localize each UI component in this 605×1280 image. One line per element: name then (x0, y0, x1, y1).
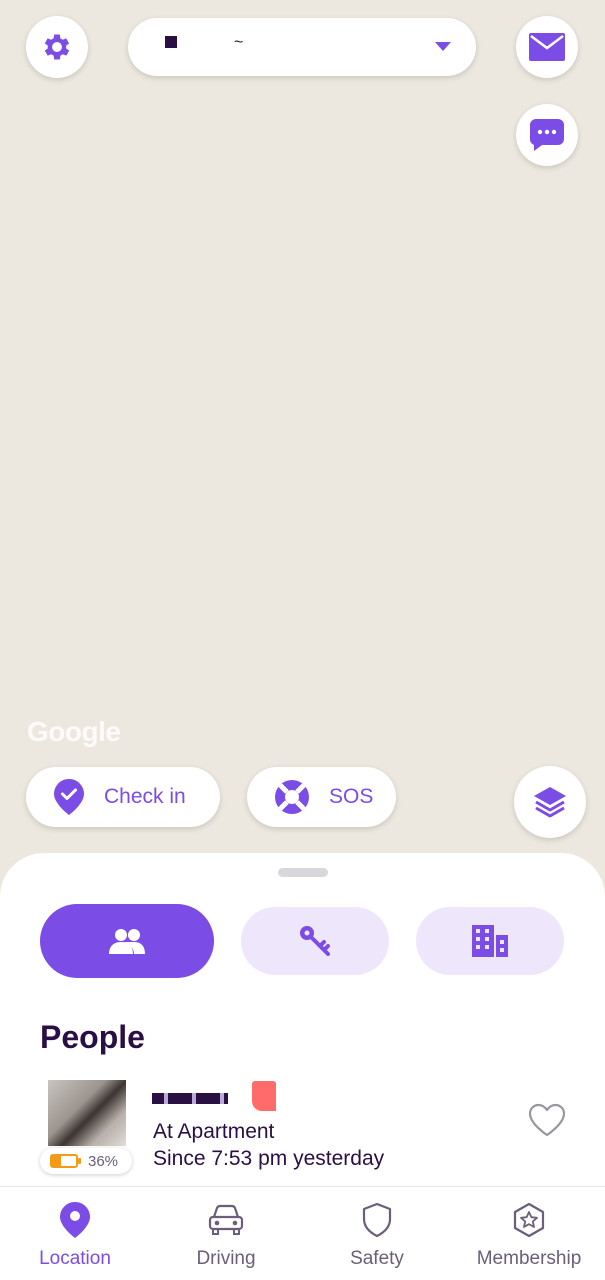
settings-button[interactable] (26, 16, 88, 78)
person-name-redacted (152, 1093, 228, 1104)
circle-switcher[interactable]: ~ (128, 18, 476, 76)
nav-item-driving[interactable]: Driving (176, 1187, 276, 1280)
check-in-button[interactable]: Check in (26, 767, 220, 827)
bottom-navigation: Location Driving Safety Membership (0, 1186, 605, 1280)
people-icon (109, 929, 145, 954)
person-since: Since 7:53 pm yesterday (153, 1147, 385, 1170)
location-pin-icon (60, 1202, 90, 1238)
building-icon (472, 925, 508, 957)
sos-label: SOS (329, 785, 374, 808)
lifebuoy-icon (275, 780, 309, 814)
battery-icon (50, 1154, 81, 1168)
messages-button[interactable] (516, 16, 578, 78)
map-attribution: Google (27, 716, 121, 747)
circle-name: ~ (234, 34, 244, 51)
car-icon (208, 1204, 244, 1235)
gear-icon (44, 34, 70, 60)
person-list-item[interactable]: 36% At Apartment Since 7:53 pm yesterday (0, 1075, 605, 1185)
shield-icon (362, 1202, 392, 1238)
location-pin-check-icon (54, 779, 84, 815)
tab-keys[interactable] (241, 907, 389, 975)
star-badge-icon (513, 1202, 545, 1238)
section-title-people: People (40, 1019, 145, 1055)
envelope-icon (529, 33, 565, 61)
layers-icon (534, 787, 566, 818)
map-layers-button[interactable] (514, 766, 586, 838)
tab-places[interactable] (416, 907, 564, 975)
person-place: At Apartment (153, 1120, 275, 1143)
map-view[interactable] (0, 0, 605, 880)
sos-button[interactable]: SOS (247, 767, 396, 827)
keys-icon (300, 926, 330, 956)
person-name-redacted-marker (252, 1081, 276, 1111)
sheet-drag-handle[interactable] (278, 868, 328, 877)
battery-percent: 36% (88, 1152, 119, 1170)
avatar (48, 1080, 126, 1146)
nav-item-location[interactable]: Location (25, 1187, 125, 1280)
circle-avatar-redacted (165, 36, 177, 48)
chevron-down-icon (435, 42, 451, 51)
nav-label-driving: Driving (196, 1248, 256, 1269)
nav-label-membership: Membership (476, 1248, 582, 1269)
nav-item-membership[interactable]: Membership (464, 1187, 594, 1280)
nav-label-safety: Safety (350, 1248, 404, 1269)
nav-item-safety[interactable]: Safety (327, 1187, 427, 1280)
nav-label-location: Location (39, 1248, 111, 1269)
heart-outline-icon[interactable] (528, 1103, 566, 1137)
tab-people[interactable] (40, 904, 214, 978)
chat-button[interactable] (516, 104, 578, 166)
battery-status-badge: 36% (40, 1148, 132, 1174)
check-in-label: Check in (104, 785, 186, 808)
chat-bubble-icon (530, 119, 564, 151)
